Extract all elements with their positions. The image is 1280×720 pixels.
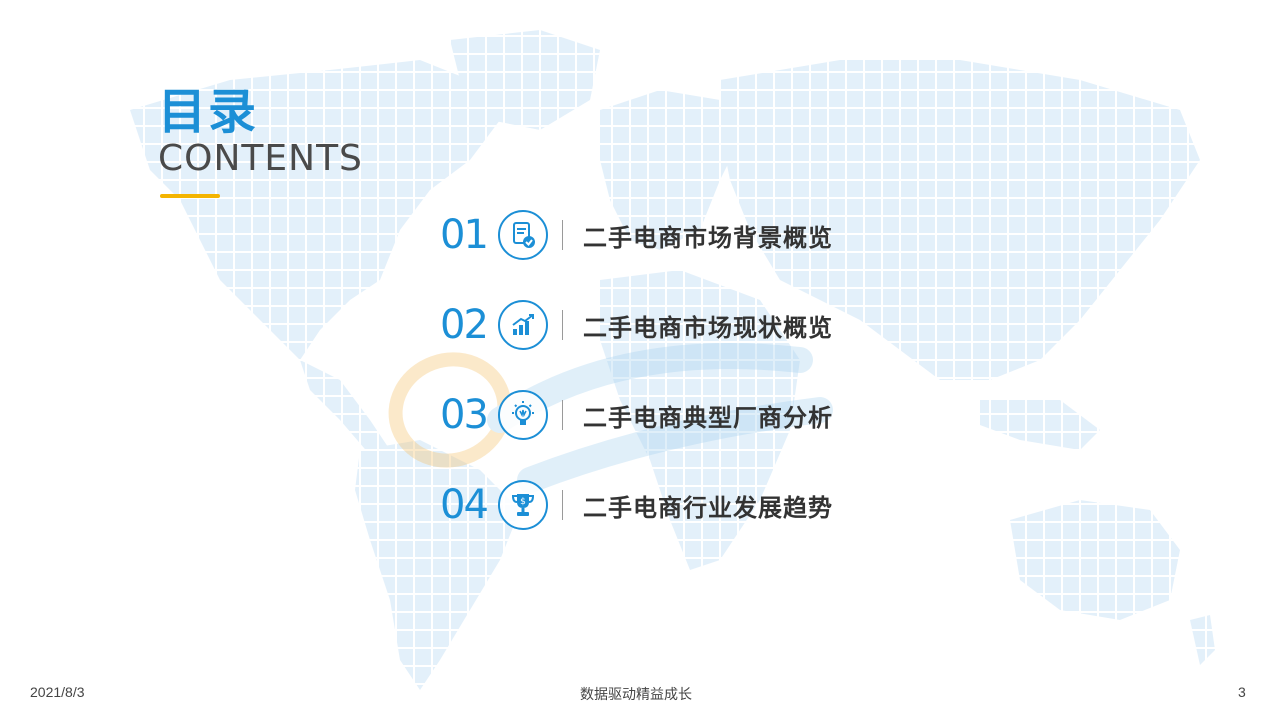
toc-item-02[interactable]: 02 二手电商市场现状概览 — [440, 297, 900, 353]
page-number: 3 — [1238, 684, 1246, 700]
title-underline — [160, 194, 220, 198]
toc-label: 二手电商行业发展趋势 — [583, 493, 833, 522]
toc-divider — [562, 490, 563, 520]
toc-number: 02 — [440, 302, 489, 348]
toc-item-04[interactable]: 04 $ 二手电商行业发展趋势 — [440, 477, 900, 533]
toc-label: 二手电商典型厂商分析 — [583, 403, 833, 432]
footer-date: 2021/8/3 — [30, 684, 85, 700]
toc-item-03[interactable]: 03 二手电商典型厂商分析 — [440, 387, 900, 443]
toc-number: 04 — [440, 482, 489, 528]
toc-number: 01 — [440, 212, 489, 258]
page-subtitle: CONTENTS — [158, 138, 363, 179]
lightbulb-icon — [498, 390, 548, 440]
footer-slogan: 数据驱动精益成长 — [580, 686, 692, 702]
toc-item-01[interactable]: 01 二手电商市场背景概览 — [440, 207, 900, 263]
toc-divider — [562, 310, 563, 340]
growth-chart-icon — [498, 300, 548, 350]
toc-label: 二手电商市场背景概览 — [583, 223, 833, 252]
svg-text:$: $ — [520, 497, 526, 507]
toc-label: 二手电商市场现状概览 — [583, 313, 833, 342]
document-check-icon — [498, 210, 548, 260]
trophy-icon: $ — [498, 480, 548, 530]
page-title: 目录 — [158, 84, 259, 140]
toc-number: 03 — [440, 392, 489, 438]
toc-divider — [562, 400, 563, 430]
toc-divider — [562, 220, 563, 250]
